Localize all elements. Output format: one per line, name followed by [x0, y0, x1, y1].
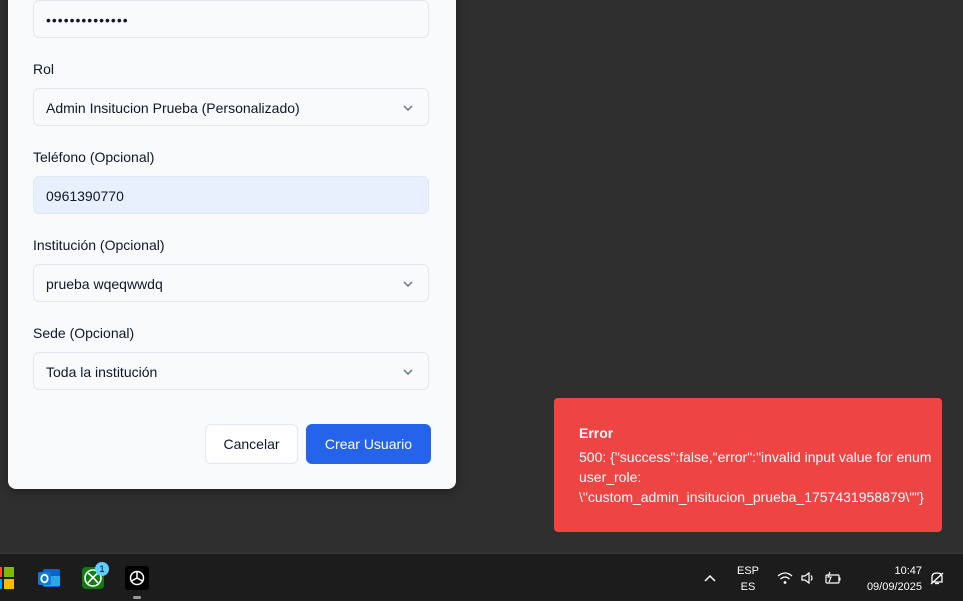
wifi-icon[interactable]	[777, 571, 793, 585]
site-value: Toda la institución	[46, 364, 158, 380]
clock-time[interactable]: 10:47	[858, 565, 922, 577]
site-select[interactable]: Toda la institución	[33, 352, 429, 390]
xbox-notification-badge: 1	[95, 562, 109, 576]
clock-date[interactable]: 09/09/2025	[858, 581, 922, 593]
windows-start-icon[interactable]	[0, 567, 14, 589]
chevron-down-icon	[403, 369, 413, 376]
volume-icon[interactable]	[800, 571, 816, 585]
role-value: Admin Insitucion Prueba (Personalizado)	[46, 100, 300, 116]
phone-value: 0961390770	[46, 188, 124, 204]
institution-select[interactable]: prueba wqeqwwdq	[33, 264, 429, 302]
taskbar: 1 ESP ES 10:47 09/09/2025	[0, 553, 963, 601]
chevron-down-icon	[403, 105, 413, 112]
institution-value: prueba wqeqwwdq	[46, 276, 163, 292]
phone-label: Teléfono (Opcional)	[33, 149, 155, 165]
chevron-up-icon[interactable]	[703, 573, 717, 583]
role-select[interactable]: Admin Insitucion Prueba (Personalizado)	[33, 88, 429, 126]
language-indicator-bottom[interactable]: ES	[733, 581, 763, 593]
institution-label: Institución (Opcional)	[33, 237, 165, 253]
notification-icon[interactable]	[929, 571, 945, 586]
outlook-icon[interactable]	[37, 566, 61, 590]
language-indicator-top[interactable]: ESP	[733, 565, 763, 577]
create-user-modal: •••••••••••••• Rol Admin Insitucion Prue…	[8, 0, 456, 489]
toast-title: Error	[579, 425, 614, 441]
password-field[interactable]: ••••••••••••••	[33, 0, 429, 38]
password-value: ••••••••••••••	[46, 12, 129, 28]
error-toast[interactable]: Error 500: {"success":false,"error":"inv…	[554, 398, 942, 532]
active-app-indicator	[133, 596, 141, 599]
toast-message: 500: {"success":false,"error":"invalid i…	[579, 449, 932, 505]
chatgpt-icon[interactable]	[125, 566, 149, 590]
cancel-button[interactable]: Cancelar	[205, 424, 298, 464]
site-label: Sede (Opcional)	[33, 325, 135, 341]
create-user-button[interactable]: Crear Usuario	[306, 424, 431, 464]
phone-input[interactable]: 0961390770	[33, 176, 429, 214]
role-label: Rol	[33, 61, 55, 77]
chevron-down-icon	[403, 281, 413, 288]
battery-icon[interactable]	[824, 571, 842, 585]
